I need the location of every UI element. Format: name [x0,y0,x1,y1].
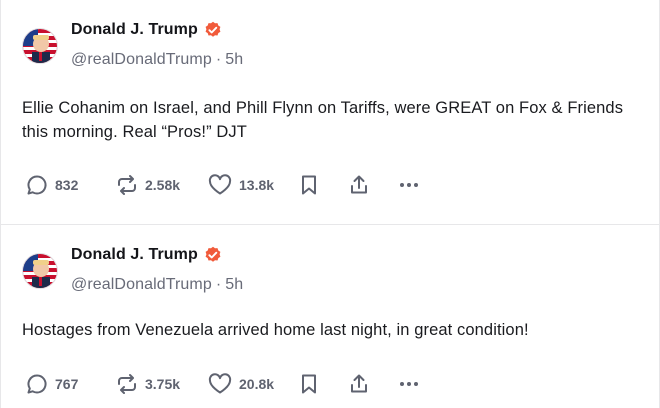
more-options-button[interactable] [398,170,420,200]
bookmark-button[interactable] [298,369,320,399]
timestamp[interactable]: 5h [225,276,243,293]
bookmark-icon [302,374,316,394]
reply-icon [27,175,47,195]
timeline-feed: Donald J. Trump @realDonaldTrump · 5h Elli… [0,0,660,408]
reply-icon [27,374,47,394]
like-count: 20.8k [239,376,275,392]
separator-dot: · [215,276,222,293]
post-text: Ellie Cohanim on Israel, and Phill Flynn… [22,99,624,141]
avatar-image [23,254,57,288]
repost-button[interactable]: 3.75k [115,369,180,399]
handle[interactable]: @realDonaldTrump [71,51,212,68]
more-icon [400,183,418,187]
display-name[interactable]: Donald J. Trump [71,246,198,264]
reply-count: 767 [55,376,79,392]
handle[interactable]: @realDonaldTrump [71,276,212,293]
repost-icon [118,175,136,195]
verified-badge-icon [204,246,222,264]
repost-count: 2.58k [145,177,181,193]
reply-button[interactable]: 832 [25,170,78,200]
reply-button[interactable]: 767 [25,369,78,399]
author-name-row: Donald J. Trump [71,21,222,39]
bookmark-button[interactable] [298,170,320,200]
bookmark-icon [302,175,316,195]
share-button[interactable] [347,170,371,200]
separator-dot: · [215,51,222,68]
post-card[interactable]: Donald J. Trump @realDonaldTrump · 5h Host… [1,225,659,408]
share-icon [351,175,367,194]
verified-badge-icon [204,21,222,39]
post-card[interactable]: Donald J. Trump @realDonaldTrump · 5h Elli… [1,0,659,225]
avatar[interactable] [22,28,58,64]
action-bar: 832 2.58k 13.8k [25,170,425,200]
reply-count: 832 [55,177,79,193]
avatar-image [23,29,57,63]
handle-row: @realDonaldTrump · 5h [71,51,243,69]
like-icon [208,373,232,394]
repost-count: 3.75k [145,376,181,392]
timestamp[interactable]: 5h [225,51,243,68]
display-name[interactable]: Donald J. Trump [71,21,198,39]
action-bar: 767 3.75k 20.8k [25,369,425,399]
repost-button[interactable]: 2.58k [115,170,180,200]
handle-row: @realDonaldTrump · 5h [71,276,243,294]
share-button[interactable] [347,369,371,399]
more-icon [400,382,418,386]
like-icon [208,174,232,195]
more-options-button[interactable] [398,369,420,399]
repost-icon [118,374,136,394]
post-text: Hostages from Venezuela arrived home las… [22,321,529,339]
author-name-row: Donald J. Trump [71,246,222,264]
like-button[interactable]: 20.8k [207,369,274,399]
avatar[interactable] [22,253,58,289]
like-count: 13.8k [239,177,275,193]
like-button[interactable]: 13.8k [207,170,274,200]
share-icon [351,374,367,393]
